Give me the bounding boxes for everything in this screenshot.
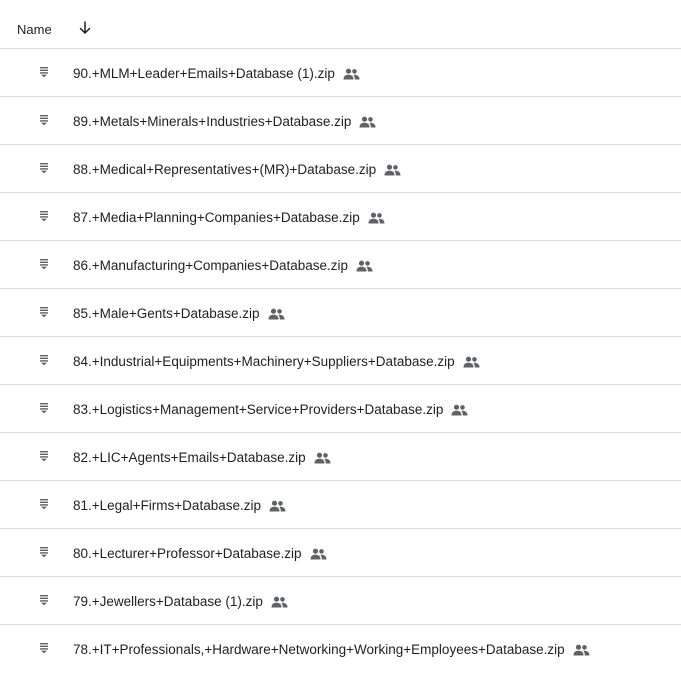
file-row[interactable]: 82.+LIC+Agents+Emails+Database.zip xyxy=(0,433,681,481)
file-name: 87.+Media+Planning+Companies+Database.zi… xyxy=(73,210,385,226)
shared-people-icon xyxy=(573,644,590,656)
file-row[interactable]: 90.+MLM+Leader+Emails+Database (1).zip xyxy=(0,49,681,97)
file-name: 83.+Logistics+Management+Service+Provide… xyxy=(73,402,468,418)
zip-file-icon xyxy=(40,259,48,270)
file-name: 89.+Metals+Minerals+Industries+Database.… xyxy=(73,114,376,130)
shared-people-icon xyxy=(451,404,468,416)
file-name: 88.+Medical+Representatives+(MR)+Databas… xyxy=(73,162,401,178)
file-list: 90.+MLM+Leader+Emails+Database (1).zip 8… xyxy=(0,49,681,673)
file-row[interactable]: 85.+Male+Gents+Database.zip xyxy=(0,289,681,337)
zip-file-icon xyxy=(40,643,48,654)
shared-people-icon xyxy=(343,68,360,80)
file-row[interactable]: 88.+Medical+Representatives+(MR)+Databas… xyxy=(0,145,681,193)
file-name: 85.+Male+Gents+Database.zip xyxy=(73,306,285,322)
shared-people-icon xyxy=(271,596,288,608)
file-row[interactable]: 87.+Media+Planning+Companies+Database.zi… xyxy=(0,193,681,241)
zip-file-icon xyxy=(40,403,48,414)
shared-people-icon xyxy=(310,548,327,560)
file-name: 90.+MLM+Leader+Emails+Database (1).zip xyxy=(73,66,360,82)
zip-file-icon xyxy=(40,163,48,174)
file-row[interactable]: 86.+Manufacturing+Companies+Database.zip xyxy=(0,241,681,289)
zip-file-icon xyxy=(40,211,48,222)
file-row[interactable]: 89.+Metals+Minerals+Industries+Database.… xyxy=(0,97,681,145)
shared-people-icon xyxy=(356,260,373,272)
file-name: 78.+IT+Professionals,+Hardware+Networkin… xyxy=(73,642,590,658)
file-name: 79.+Jewellers+Database (1).zip xyxy=(73,594,288,610)
zip-file-icon xyxy=(40,355,48,366)
zip-file-icon xyxy=(40,595,48,606)
zip-file-icon xyxy=(40,115,48,126)
file-name: 86.+Manufacturing+Companies+Database.zip xyxy=(73,258,373,274)
zip-file-icon xyxy=(40,499,48,510)
file-row[interactable]: 81.+Legal+Firms+Database.zip xyxy=(0,481,681,529)
arrow-down-icon[interactable] xyxy=(77,20,93,36)
file-name: 80.+Lecturer+Professor+Database.zip xyxy=(73,546,327,562)
file-name: 82.+LIC+Agents+Emails+Database.zip xyxy=(73,450,331,466)
zip-file-icon xyxy=(40,547,48,558)
file-name: 84.+Industrial+Equipments+Machinery+Supp… xyxy=(73,354,480,370)
file-row[interactable]: 84.+Industrial+Equipments+Machinery+Supp… xyxy=(0,337,681,385)
shared-people-icon xyxy=(314,452,331,464)
shared-people-icon xyxy=(269,500,286,512)
shared-people-icon xyxy=(359,116,376,128)
shared-people-icon xyxy=(463,356,480,368)
shared-people-icon xyxy=(368,212,385,224)
file-row[interactable]: 78.+IT+Professionals,+Hardware+Networkin… xyxy=(0,625,681,673)
name-column-header[interactable]: Name xyxy=(17,22,52,37)
file-row[interactable]: 80.+Lecturer+Professor+Database.zip xyxy=(0,529,681,577)
file-row[interactable]: 79.+Jewellers+Database (1).zip xyxy=(0,577,681,625)
shared-people-icon xyxy=(384,164,401,176)
zip-file-icon xyxy=(40,451,48,462)
file-name: 81.+Legal+Firms+Database.zip xyxy=(73,498,286,514)
zip-file-icon xyxy=(40,67,48,78)
file-row[interactable]: 83.+Logistics+Management+Service+Provide… xyxy=(0,385,681,433)
shared-people-icon xyxy=(268,308,284,320)
zip-file-icon xyxy=(40,307,48,318)
list-header: Name xyxy=(0,0,681,49)
